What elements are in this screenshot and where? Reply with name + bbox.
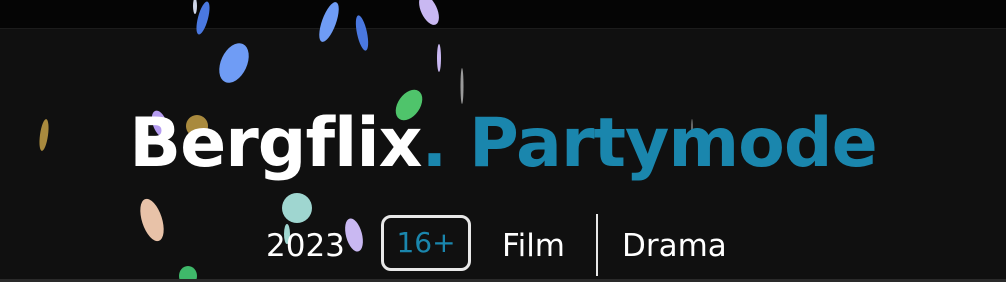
title-separator: . xyxy=(421,104,448,183)
confetti-piece xyxy=(460,68,464,104)
genre-divider xyxy=(596,214,598,276)
title-metadata: 2023 16+ Film Drama xyxy=(0,212,1006,278)
page-title: Bergflix. Partymode xyxy=(0,104,1006,184)
genre-film: Film xyxy=(502,228,565,264)
age-rating-badge: 16+ xyxy=(381,215,471,271)
confetti-piece xyxy=(437,44,441,72)
release-year: 2023 xyxy=(266,228,345,264)
genre-drama: Drama xyxy=(622,228,727,264)
brand-name: Bergflix xyxy=(129,104,422,183)
mode-name: Partymode xyxy=(446,104,878,183)
top-bar xyxy=(0,0,1006,29)
confetti-piece xyxy=(219,43,249,83)
partymode-screen: Bergflix. Partymode 2023 16+ Film Drama xyxy=(0,0,1006,282)
